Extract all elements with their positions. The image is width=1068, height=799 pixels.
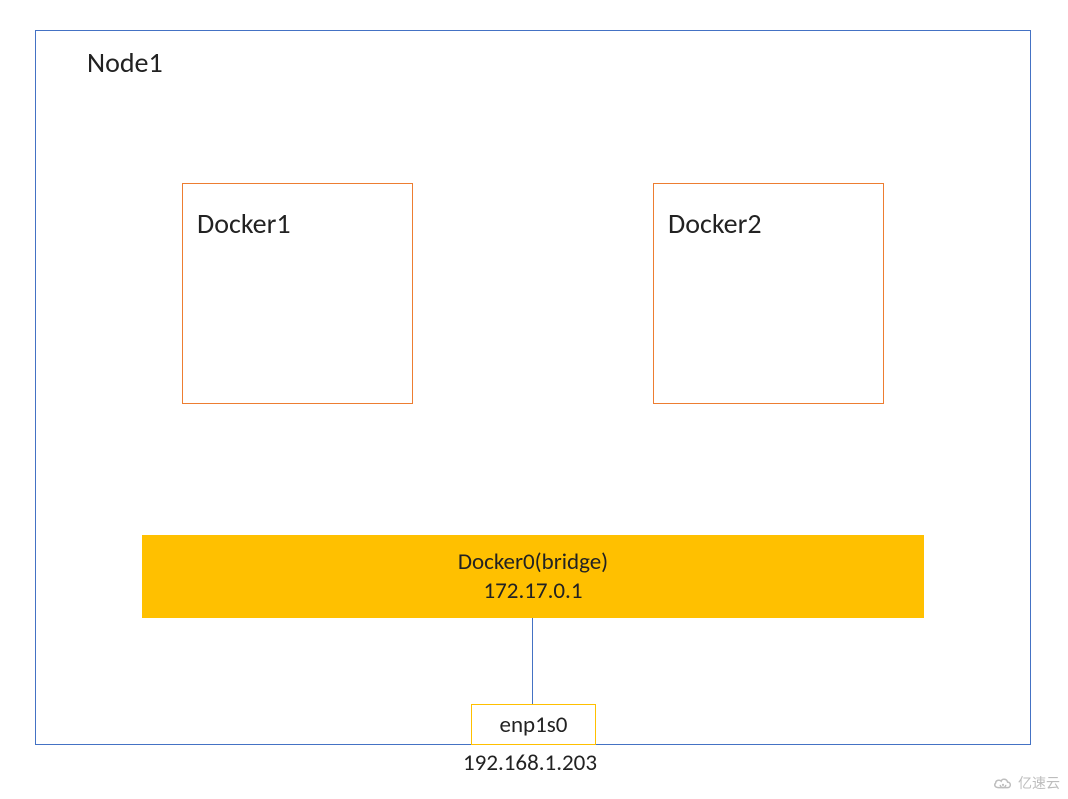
- docker2-label: Docker2: [668, 206, 762, 241]
- docker2-box: Docker2: [653, 183, 884, 404]
- bridge-ip: 172.17.0.1: [483, 577, 582, 606]
- diagram-canvas: Node1 Docker1 Docker2 Docker0(bridge) 17…: [0, 0, 1068, 799]
- watermark: 亿速云: [992, 773, 1060, 793]
- nic-name: enp1s0: [500, 711, 568, 739]
- watermark-text: 亿速云: [1018, 773, 1060, 793]
- cloud-icon: [992, 775, 1014, 791]
- bridge-box: Docker0(bridge) 172.17.0.1: [142, 535, 924, 618]
- docker1-label: Docker1: [197, 206, 291, 241]
- node-title: Node1: [87, 45, 163, 80]
- nic-ip: 192.168.1.203: [0, 749, 1064, 777]
- docker1-box: Docker1: [182, 183, 413, 404]
- nic-box: enp1s0: [471, 704, 596, 745]
- bridge-name: Docker0(bridge): [458, 548, 608, 577]
- bridge-to-nic-connector: [532, 618, 533, 704]
